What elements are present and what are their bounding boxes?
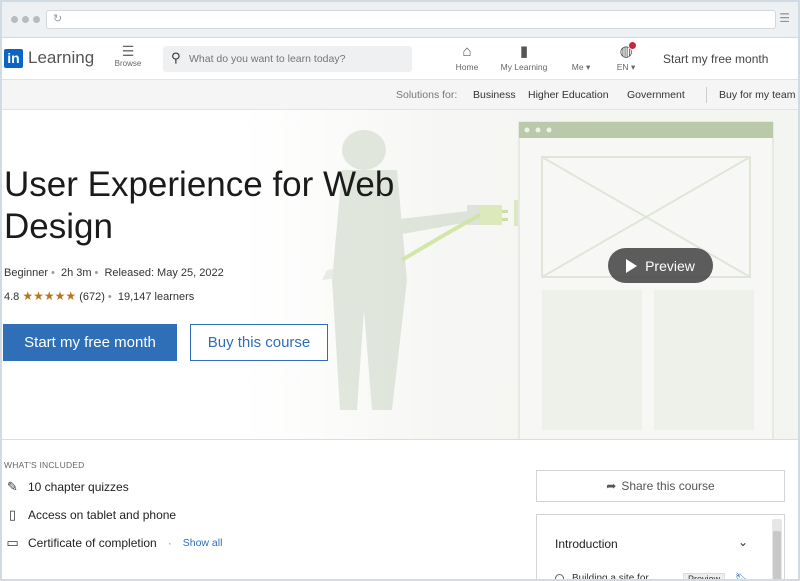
buy-for-team-link[interactable]: Buy for my team bbox=[719, 89, 795, 101]
chevron-down-icon[interactable]: ⌄ bbox=[738, 535, 748, 549]
lesson-item[interactable]: Building a site for bbox=[555, 573, 649, 581]
quiz-icon: ✎ bbox=[7, 479, 18, 494]
window-controls[interactable] bbox=[11, 16, 40, 23]
hero-illustration bbox=[322, 121, 774, 439]
my-learning-label: My Learning bbox=[500, 62, 548, 72]
address-bar[interactable]: ↻ bbox=[46, 10, 776, 29]
whats-included-heading: WHAT'S INCLUDED bbox=[4, 460, 85, 470]
language-label: EN ▾ bbox=[616, 62, 636, 72]
certificate-icon: ▭ bbox=[6, 535, 19, 550]
progress-circle-icon bbox=[555, 574, 564, 579]
chevron-down-icon: ▾ bbox=[585, 62, 591, 72]
start-free-month-button[interactable]: Start my free month bbox=[3, 324, 177, 361]
preview-button[interactable]: Preview bbox=[608, 248, 713, 283]
top-navigation: in Learning ☰ Browse ⚲ ⌂ Home ▮ My Learn… bbox=[2, 38, 798, 80]
share-icon: ➦ bbox=[606, 479, 617, 493]
bookmark-book-icon: ▮ bbox=[519, 43, 529, 60]
linkedin-learning-logo[interactable]: in Learning bbox=[4, 48, 94, 68]
buy-course-button[interactable]: Buy this course bbox=[190, 324, 328, 361]
nav-language[interactable]: ◍ EN ▾ bbox=[614, 41, 638, 73]
duration: 2h 3m bbox=[60, 267, 92, 279]
nav-home[interactable]: ⌂ Home bbox=[454, 43, 480, 72]
browser-menu-icon[interactable]: ☰ bbox=[779, 11, 790, 25]
business-link[interactable]: Business bbox=[473, 89, 516, 101]
included-label: Certificate of completion bbox=[28, 536, 157, 550]
home-label: Home bbox=[455, 62, 479, 72]
search-bar[interactable]: ⚲ bbox=[163, 46, 412, 72]
reload-icon[interactable]: ↻ bbox=[53, 12, 62, 25]
nav-me[interactable]: Me ▾ bbox=[568, 43, 594, 73]
level: Beginner bbox=[4, 267, 49, 279]
course-rating: 4.8 ★★★★★ (672) • 19,147 learners bbox=[4, 289, 195, 303]
scrollbar-thumb[interactable] bbox=[773, 531, 781, 579]
review-count: (672) bbox=[79, 291, 105, 303]
tablet-icon: ▯ bbox=[8, 507, 17, 522]
globe-icon: ◍ bbox=[614, 41, 638, 61]
included-item: ✎ 10 chapter quizzes bbox=[5, 479, 129, 495]
release-date: Released: May 25, 2022 bbox=[104, 267, 224, 279]
government-link[interactable]: Government bbox=[627, 89, 685, 101]
avatar bbox=[568, 43, 594, 61]
home-icon: ⌂ bbox=[462, 43, 472, 60]
course-contents-panel: Introduction ⌄ Building a site for Previ… bbox=[536, 514, 785, 581]
chevron-down-icon: ▾ bbox=[630, 62, 636, 72]
rating-value: 4.8 bbox=[4, 291, 20, 303]
solutions-bar: Solutions for: Business Higher Education… bbox=[2, 80, 798, 110]
scrollbar[interactable] bbox=[772, 519, 782, 579]
course-meta: Beginner • 2h 3m • Released: May 25, 2022 bbox=[4, 267, 224, 279]
preview-badge: Preview bbox=[683, 573, 726, 579]
show-all-link[interactable]: Show all bbox=[183, 537, 223, 549]
star-icon: ★★★★★ bbox=[22, 289, 77, 303]
nav-my-learning[interactable]: ▮ My Learning bbox=[498, 43, 550, 72]
browser-chrome: ↻ ☰ bbox=[2, 2, 798, 38]
higher-education-link[interactable]: Higher Education bbox=[528, 89, 609, 101]
course-hero: User Experience for Web Design Beginner •… bbox=[2, 110, 798, 440]
list-icon: ☰ bbox=[121, 43, 135, 59]
included-item: ▭ Certificate of completion · Show all bbox=[6, 535, 223, 550]
course-title: User Experience for Web Design bbox=[4, 165, 395, 246]
start-free-month-link[interactable]: Start my free month bbox=[663, 52, 768, 66]
me-label: Me ▾ bbox=[571, 62, 591, 72]
included-label: 10 chapter quizzes bbox=[28, 480, 129, 494]
notification-badge bbox=[628, 41, 637, 50]
learner-count: 19,147 learners bbox=[117, 291, 195, 303]
linkedin-icon: in bbox=[4, 48, 23, 68]
lesson-title: Building a site for bbox=[572, 573, 649, 581]
play-icon bbox=[626, 258, 638, 273]
bookmark-icon[interactable]: 🔖︎ bbox=[735, 572, 749, 579]
solutions-label: Solutions for: bbox=[396, 89, 458, 101]
included-label: Access on tablet and phone bbox=[28, 508, 177, 522]
browser-window: ↻ ☰ in Learning ☰ Browse ⚲ ⌂ Home ▮ My L… bbox=[0, 0, 800, 581]
included-item: ▯ Access on tablet and phone bbox=[5, 507, 176, 523]
search-input[interactable] bbox=[189, 50, 404, 68]
divider bbox=[706, 87, 707, 103]
preview-label: Preview bbox=[645, 257, 695, 274]
browse-label: Browse bbox=[114, 59, 142, 68]
logo-text: Learning bbox=[28, 48, 95, 67]
browse-button[interactable]: ☰ Browse bbox=[112, 43, 144, 68]
share-label: Share this course bbox=[621, 479, 715, 493]
share-course-button[interactable]: ➦ Share this course bbox=[536, 470, 785, 502]
section-title[interactable]: Introduction bbox=[555, 537, 618, 551]
search-icon: ⚲ bbox=[171, 50, 181, 65]
